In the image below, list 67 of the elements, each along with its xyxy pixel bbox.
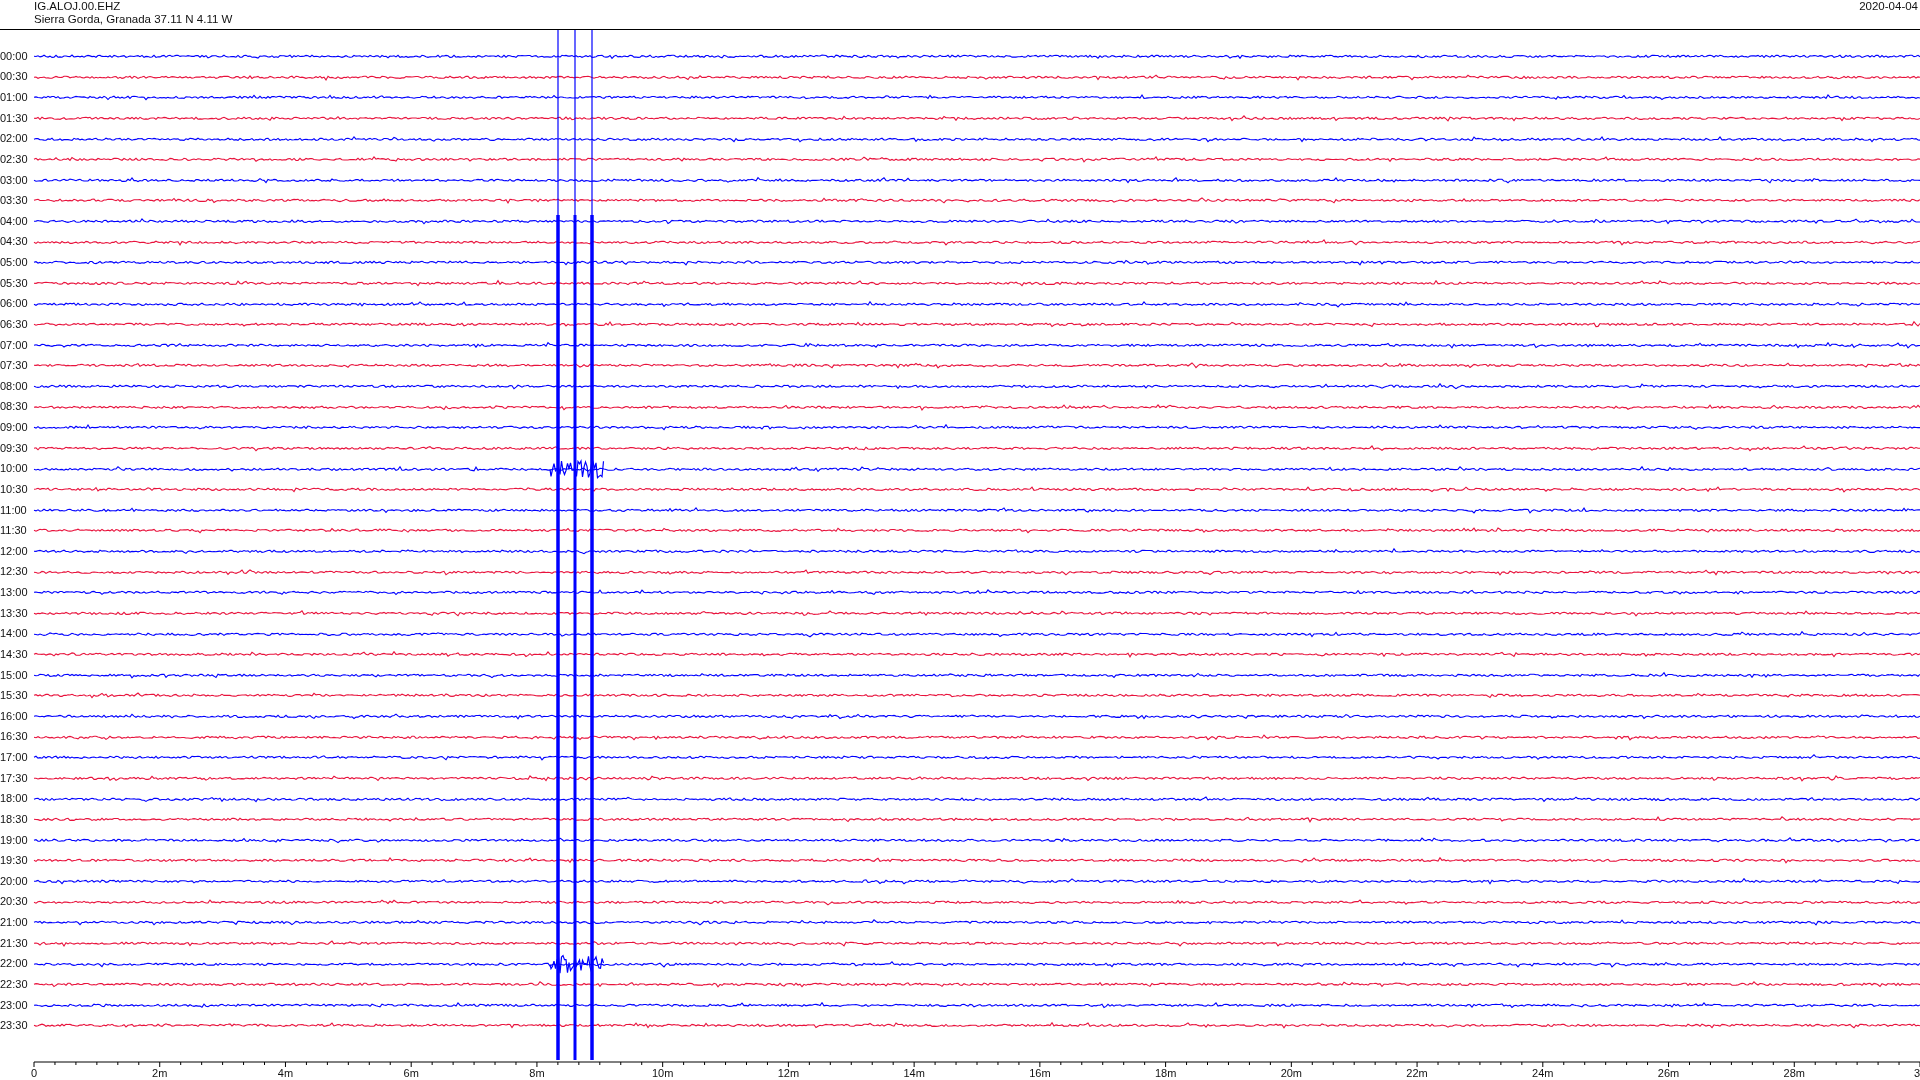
axis-tick-label: 28m bbox=[1783, 1067, 1805, 1079]
axis-tick-label: 6m bbox=[403, 1067, 419, 1079]
record-date: 2020-04-04 bbox=[1859, 0, 1918, 14]
time-label: 10:00 bbox=[0, 462, 29, 476]
time-label: 01:30 bbox=[0, 111, 29, 125]
axis-tick-label: 0 bbox=[30, 1067, 38, 1079]
time-label: 03:30 bbox=[0, 194, 29, 208]
time-label: 11:00 bbox=[0, 503, 28, 517]
time-label: 12:00 bbox=[0, 544, 29, 558]
time-label: 13:00 bbox=[0, 586, 29, 600]
axis-tick-label: 18m bbox=[1154, 1067, 1177, 1079]
time-label: 18:00 bbox=[0, 792, 29, 806]
time-label: 12:30 bbox=[0, 565, 29, 579]
time-label: 08:30 bbox=[0, 400, 29, 414]
time-label: 04:00 bbox=[0, 214, 29, 228]
time-label: 00:30 bbox=[0, 70, 29, 84]
time-label: 08:00 bbox=[0, 379, 29, 393]
time-label: 06:00 bbox=[0, 297, 29, 311]
time-label: 22:30 bbox=[0, 977, 29, 991]
time-label: 09:00 bbox=[0, 421, 29, 435]
axis-tick-label: 16m bbox=[1029, 1067, 1051, 1079]
time-label: 21:30 bbox=[0, 936, 29, 950]
axis-tick-label: 2m bbox=[152, 1067, 168, 1079]
time-label: 02:00 bbox=[0, 132, 29, 146]
time-label: 09:30 bbox=[0, 441, 29, 455]
time-label: 15:00 bbox=[0, 668, 29, 682]
time-label: 22:00 bbox=[0, 957, 29, 971]
time-label: 21:00 bbox=[0, 916, 29, 930]
axis-tick-label: 20m bbox=[1280, 1067, 1303, 1079]
axis-tick-label: 14m bbox=[903, 1067, 925, 1079]
station-code: IG.ALOJ.00.EHZ bbox=[34, 0, 122, 13]
time-label: 06:30 bbox=[0, 317, 29, 331]
time-label: 17:00 bbox=[0, 751, 29, 765]
time-label: 18:30 bbox=[0, 812, 29, 826]
axis-tick-label: 8m bbox=[529, 1067, 545, 1079]
station-location: Sierra Gorda, Granada 37.11 N 4.11 W bbox=[34, 13, 233, 26]
time-label: 05:30 bbox=[0, 276, 29, 290]
time-label: 20:00 bbox=[0, 874, 29, 888]
time-label: 17:30 bbox=[0, 771, 29, 785]
axis-tick-label: 4m bbox=[277, 1067, 294, 1079]
time-label: 07:30 bbox=[0, 359, 29, 373]
time-label: 14:00 bbox=[0, 627, 29, 641]
time-label: 19:00 bbox=[0, 833, 29, 847]
time-label: 07:00 bbox=[0, 338, 29, 352]
time-label: 23:30 bbox=[0, 1019, 29, 1033]
time-label: 04:30 bbox=[0, 235, 29, 249]
axis-tick-label: 12m bbox=[777, 1067, 800, 1079]
time-label: 19:30 bbox=[0, 854, 29, 868]
time-label: 03:00 bbox=[0, 173, 29, 187]
time-label: 05:00 bbox=[0, 256, 29, 270]
time-label: 00:00 bbox=[0, 49, 29, 63]
time-label: 20:30 bbox=[0, 895, 29, 909]
time-label: 14:30 bbox=[0, 647, 29, 661]
time-label: 11:30 bbox=[0, 524, 28, 538]
time-label: 23:00 bbox=[0, 998, 29, 1012]
time-label: 01:00 bbox=[0, 91, 29, 105]
time-label: 02:30 bbox=[0, 152, 29, 166]
axis-tick-label: 26m bbox=[1657, 1067, 1680, 1079]
time-label: 13:30 bbox=[0, 606, 29, 620]
time-label: 16:30 bbox=[0, 730, 29, 744]
axis-tick-label: 3 bbox=[1914, 1067, 1920, 1079]
time-label: 16:00 bbox=[0, 709, 29, 723]
time-label: 10:30 bbox=[0, 482, 29, 496]
axis-tick-label: 10m bbox=[651, 1067, 674, 1079]
axis-tick-label: 24m bbox=[1532, 1067, 1554, 1079]
axis-tick-label: 22m bbox=[1406, 1067, 1428, 1079]
time-label: 15:30 bbox=[0, 689, 29, 703]
